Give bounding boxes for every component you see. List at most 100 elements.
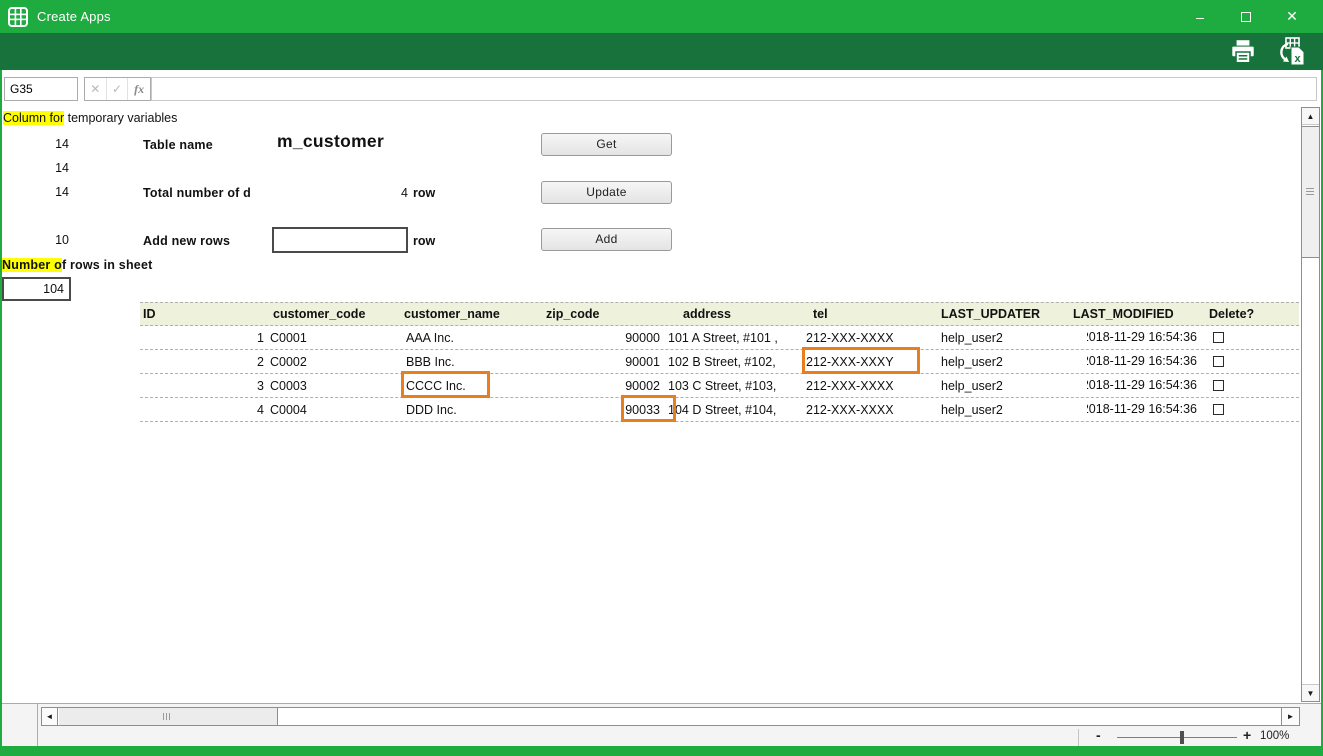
cell-customer-name[interactable]: AAA Inc. — [398, 326, 530, 349]
total-rows-unit: row — [413, 186, 435, 200]
get-button[interactable]: Get — [541, 133, 672, 156]
header-delete[interactable]: Delete? — [1200, 303, 1299, 325]
close-button[interactable]: ✕ — [1269, 0, 1315, 33]
cell-zip-code[interactable]: 90002 — [530, 374, 666, 397]
temp-value-cell[interactable]: 10 — [2, 233, 69, 247]
customer-table: ID customer_code customer_name zip_code … — [140, 302, 1299, 422]
maximize-icon — [1241, 12, 1251, 22]
cell-last-updater[interactable]: help_user2 — [935, 374, 1062, 397]
cell-customer-code[interactable]: C0002 — [268, 350, 398, 373]
titlebar: Create Apps – ✕ — [0, 0, 1323, 33]
header-zip-code[interactable]: zip_code — [530, 303, 666, 325]
add-rows-unit: row — [413, 234, 435, 248]
cell-last-updater[interactable]: help_user2 — [935, 326, 1062, 349]
update-button[interactable]: Update — [541, 181, 672, 204]
cell-address[interactable]: 104 D Street, #104, — [666, 398, 802, 421]
delete-checkbox[interactable] — [1213, 356, 1224, 367]
excel-refresh-icon: x — [1274, 36, 1308, 68]
insert-function-icon[interactable]: fx — [128, 78, 150, 100]
header-customer-name[interactable]: customer_name — [398, 303, 530, 325]
formula-enter-icon[interactable]: ✓ — [107, 78, 129, 100]
print-button[interactable] — [1225, 36, 1261, 68]
cell-customer-code[interactable]: C0004 — [268, 398, 398, 421]
cell-last-modified[interactable]: 2018-11-29 16:54:36 — [1062, 374, 1200, 397]
rows-in-sheet-value[interactable]: 104 — [2, 277, 71, 301]
svg-text:x: x — [1295, 53, 1302, 65]
add-rows-input[interactable] — [272, 227, 408, 253]
header-tel[interactable]: tel — [802, 303, 935, 325]
delete-checkbox[interactable] — [1213, 332, 1224, 343]
scroll-right-button[interactable]: ► — [1281, 708, 1299, 725]
cell-address[interactable]: 101 A Street, #101 , — [666, 326, 802, 349]
cell-delete — [1200, 374, 1299, 397]
cell-reference-input[interactable] — [4, 77, 78, 101]
scroll-left-button[interactable]: ◄ — [42, 708, 58, 725]
window-border-bottom — [0, 746, 1323, 756]
header-last-updater[interactable]: LAST_UPDATER — [935, 303, 1062, 325]
cell-zip-code[interactable]: 90000 — [530, 326, 666, 349]
cell-zip-code[interactable]: 90001 — [530, 350, 666, 373]
vertical-scrollbar-thumb[interactable] — [1302, 126, 1319, 258]
toolbar: x — [0, 33, 1323, 70]
cell-delete — [1200, 398, 1299, 421]
zoom-in-button[interactable]: + — [1243, 727, 1251, 743]
cell-id[interactable]: 4 — [140, 398, 268, 421]
zoom-slider-track[interactable] — [1117, 737, 1237, 738]
cell-id[interactable]: 2 — [140, 350, 268, 373]
add-button[interactable]: Add — [541, 228, 672, 251]
down-arrow-icon: ▼ — [1307, 689, 1315, 698]
cell-address[interactable]: 102 B Street, #102, — [666, 350, 802, 373]
temp-value-cell[interactable]: 14 — [2, 137, 69, 151]
header-address[interactable]: address — [666, 303, 802, 325]
bottom-panel: ◄ ► - + 100% — [2, 703, 1321, 746]
annotation-box-tel — [802, 347, 920, 374]
delete-checkbox[interactable] — [1213, 380, 1224, 391]
close-icon: ✕ — [1286, 8, 1298, 25]
formula-cancel-icon[interactable]: ✕ — [85, 78, 107, 100]
cell-id[interactable]: 3 — [140, 374, 268, 397]
header-last-modified[interactable]: LAST_MODIFIED — [1062, 303, 1200, 325]
cell-customer-name[interactable]: DDD Inc. — [398, 398, 530, 421]
scroll-down-button[interactable]: ▼ — [1302, 684, 1319, 701]
left-arrow-icon: ◄ — [46, 712, 54, 721]
excel-export-button[interactable]: x — [1273, 36, 1309, 68]
table-row: 1 C0001 AAA Inc. 90000 101 A Street, #10… — [140, 326, 1299, 350]
formula-input[interactable] — [151, 77, 1317, 101]
zoom-slider-thumb[interactable] — [1180, 731, 1184, 744]
cell-tel[interactable]: 212-XXX-XXXX — [802, 374, 935, 397]
cell-last-updater[interactable]: help_user2 — [935, 398, 1062, 421]
cell-last-modified[interactable]: 2018-11-29 16:54:36 — [1062, 326, 1200, 349]
horizontal-scrollbar-thumb[interactable] — [59, 708, 278, 725]
cell-address[interactable]: 103 C Street, #103, — [666, 374, 802, 397]
scroll-up-button[interactable]: ▲ — [1302, 108, 1319, 125]
header-customer-code[interactable]: customer_code — [268, 303, 398, 325]
delete-checkbox[interactable] — [1213, 404, 1224, 415]
cell-last-updater[interactable]: help_user2 — [935, 350, 1062, 373]
zoom-out-button[interactable]: - — [1096, 727, 1101, 743]
temp-value-cell[interactable]: 14 — [2, 161, 69, 175]
cell-id[interactable]: 1 — [140, 326, 268, 349]
total-rows-label: Total number of d — [143, 186, 251, 200]
maximize-button[interactable] — [1223, 0, 1269, 33]
cell-customer-code[interactable]: C0003 — [268, 374, 398, 397]
temp-value-cell[interactable]: 14 — [2, 185, 69, 199]
cell-tel[interactable]: 212-XXX-XXXX — [802, 326, 935, 349]
status-divider — [1078, 729, 1079, 746]
minimize-button[interactable]: – — [1177, 0, 1223, 33]
right-arrow-icon: ► — [1287, 712, 1295, 721]
thumb-grip-icon — [163, 713, 170, 720]
zoom-level-label: 100% — [1260, 730, 1289, 742]
printer-icon — [1228, 37, 1258, 67]
horizontal-scrollbar: ◄ ► — [41, 707, 1300, 726]
cell-customer-code[interactable]: C0001 — [268, 326, 398, 349]
thumb-grip-icon — [1306, 188, 1314, 197]
cell-tel[interactable]: 212-XXX-XXXX — [802, 398, 935, 421]
table-row: 2 C0002 BBB Inc. 90001 102 B Street, #10… — [140, 350, 1299, 374]
vertical-scrollbar: ▲ ▼ — [1301, 107, 1320, 702]
cell-last-modified[interactable]: 2018-11-29 16:54:36 — [1062, 398, 1200, 421]
header-id[interactable]: ID — [140, 303, 268, 325]
cell-last-modified[interactable]: 2018-11-29 16:54:36 — [1062, 350, 1200, 373]
annotation-box-zip — [621, 395, 676, 422]
cell-customer-name[interactable]: BBB Inc. — [398, 350, 530, 373]
rows-in-sheet-label: Number of rows in sheet — [2, 258, 152, 272]
